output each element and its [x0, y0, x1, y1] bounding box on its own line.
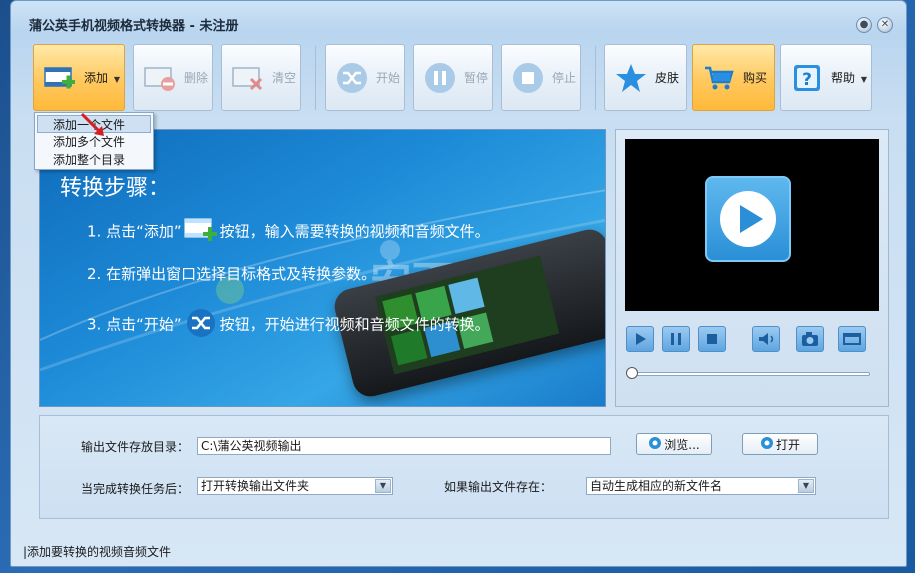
play-large-icon[interactable] — [705, 176, 791, 262]
pause-icon — [424, 62, 456, 94]
delete-label: 删除 — [184, 71, 209, 85]
chevron-down-icon: ▼ — [113, 75, 120, 84]
volume-button[interactable] — [752, 326, 780, 352]
pause-button[interactable]: 暂停 — [413, 44, 493, 111]
open-button[interactable]: 打开 — [742, 433, 818, 455]
shuffle-icon — [184, 308, 218, 342]
minimize-button[interactable]: ● — [856, 17, 872, 33]
toolbar-divider — [595, 46, 596, 110]
toolbar: 添加 ▼ 删除 清空 开始 暂停 停止 皮肤 购买 ? 帮助 ▼ — [33, 44, 873, 112]
after-done-value: 打开转换输出文件夹 — [201, 479, 310, 493]
skin-label: 皮肤 — [655, 71, 680, 85]
video-preview[interactable] — [625, 139, 879, 311]
shuffle-icon — [336, 62, 368, 94]
output-dir-label: 输出文件存放目录： — [81, 440, 190, 454]
browse-button[interactable]: 浏览... — [636, 433, 712, 455]
start-label: 开始 — [376, 71, 401, 85]
clear-button[interactable]: 清空 — [221, 44, 301, 111]
step-3: 3. 点击“开始” 按钮，开始进行视频和音频文件的转换。 — [87, 308, 490, 342]
browse-label: 浏览... — [664, 437, 700, 452]
output-settings-panel: 输出文件存放目录： C:\蒲公英视频输出 浏览... 打开 当完成转换任务后： … — [39, 415, 889, 519]
open-label: 打开 — [775, 437, 800, 452]
preview-player — [615, 129, 889, 407]
star-icon — [615, 62, 647, 94]
window-title: 蒲公英手机视频格式转换器 - 未注册 — [29, 19, 239, 34]
delete-video-icon — [144, 62, 176, 94]
toolbar-divider — [315, 46, 316, 110]
help-icon: ? — [791, 62, 823, 94]
steps-title: 转换步骤： — [60, 176, 171, 201]
play-button[interactable] — [626, 326, 654, 352]
step-1-text-b: 按钮，输入需要转换的视频和音频文件。 — [219, 222, 490, 241]
stop-label: 停止 — [552, 71, 577, 85]
step-3-text-b: 按钮，开始进行视频和音频文件的转换。 — [219, 315, 490, 334]
output-dir-field[interactable]: C:\蒲公英视频输出 — [197, 437, 611, 455]
fullscreen-button[interactable] — [838, 326, 866, 352]
chevron-down-icon[interactable]: ▼ — [798, 479, 814, 493]
browse-icon — [648, 436, 662, 453]
stop-button[interactable]: 停止 — [501, 44, 581, 111]
if-exists-label: 如果输出文件存在： — [444, 480, 553, 494]
menu-item-add-folder[interactable]: 添加整个目录 — [35, 151, 153, 169]
clear-label: 清空 — [272, 71, 297, 85]
help-label: 帮助 — [831, 71, 856, 85]
main-window: 蒲公英手机视频格式转换器 - 未注册 ● ✕ 添加 ▼ 删除 清空 开始 暂停 … — [10, 0, 907, 567]
start-button[interactable]: 开始 — [325, 44, 405, 111]
step-1: 1. 点击“添加” 按钮，输入需要转换的视频和音频文件。 — [87, 216, 490, 248]
chevron-down-icon[interactable]: ▼ — [375, 479, 391, 493]
step-3-text-a: 3. 点击“开始” — [87, 315, 182, 334]
after-done-label: 当完成转换任务后： — [81, 482, 190, 496]
pause-label: 暂停 — [464, 71, 489, 85]
buy-button[interactable]: 购买 — [692, 44, 775, 111]
close-button[interactable]: ✕ — [877, 17, 893, 33]
status-text: |添加要转换的视频音频文件 — [23, 545, 172, 559]
if-exists-select[interactable]: 自动生成相应的新文件名 ▼ — [586, 477, 816, 495]
skin-button[interactable]: 皮肤 — [604, 44, 687, 111]
step-2: 2. 在新弹出窗口选择目标格式及转换参数。 — [87, 265, 377, 283]
step-1-text-a: 1. 点击“添加” — [87, 222, 182, 241]
buy-label: 购买 — [743, 71, 768, 85]
title-bar[interactable]: 蒲公英手机视频格式转换器 - 未注册 ● ✕ — [11, 1, 906, 37]
help-button[interactable]: ? 帮助 ▼ — [780, 44, 872, 111]
stop-icon — [512, 62, 544, 94]
chevron-down-icon: ▼ — [860, 75, 867, 84]
delete-button[interactable]: 删除 — [133, 44, 213, 111]
after-done-select[interactable]: 打开转换输出文件夹 ▼ — [197, 477, 393, 495]
instructions-banner: 安下载 转换步骤： 1. 点击“添加”按钮，输入需要转换的视频和音频文件。 2.… — [39, 129, 606, 407]
add-label: 添加 — [84, 71, 109, 85]
svg-text:?: ? — [802, 70, 812, 90]
seek-bar[interactable] — [632, 372, 870, 376]
seek-handle[interactable] — [626, 367, 638, 379]
red-arrow-icon — [80, 112, 104, 136]
clear-video-icon — [232, 62, 264, 94]
stop-button-small[interactable] — [698, 326, 726, 352]
open-icon — [760, 436, 774, 453]
if-exists-value: 自动生成相应的新文件名 — [590, 479, 723, 493]
cart-icon — [703, 62, 735, 94]
add-video-icon — [44, 62, 76, 94]
pause-button-small[interactable] — [662, 326, 690, 352]
snapshot-button[interactable] — [796, 326, 824, 352]
add-button[interactable]: 添加 ▼ — [33, 44, 125, 111]
add-video-icon — [184, 216, 218, 248]
